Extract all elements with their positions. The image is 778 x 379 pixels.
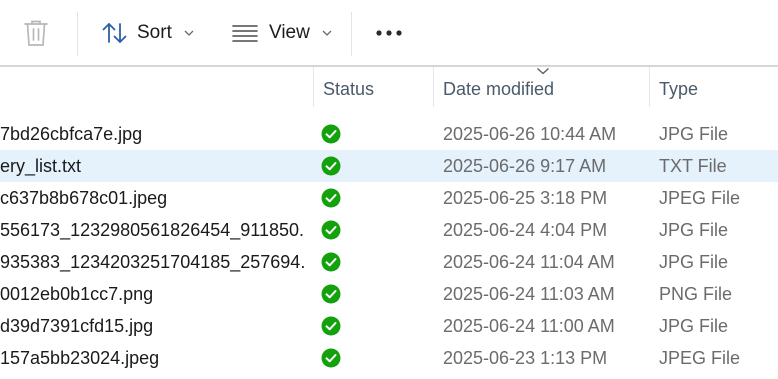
file-type: PNG File — [659, 283, 733, 304]
trash-icon — [24, 20, 48, 46]
sort-button[interactable]: Sort — [101, 20, 194, 46]
file-name: d39d7391cfd15.jpg — [0, 315, 154, 336]
status-cell — [321, 182, 343, 214]
status-cell — [321, 278, 343, 310]
file-row[interactable]: d39d7391cfd15.jpg 2025-06-24 11:00 AM JP… — [0, 310, 778, 342]
status-cell — [321, 214, 343, 246]
toolbar-separator — [77, 12, 78, 56]
file-name: 935383_1234203251704185_257694... — [0, 251, 305, 272]
file-date: 2025-06-24 11:04 AM — [443, 251, 615, 272]
toolbar-separator — [351, 12, 352, 56]
chevron-down-icon — [184, 30, 194, 36]
file-type: JPEG File — [659, 347, 741, 368]
file-row[interactable]: ery_list.txt 2025-06-26 9:17 AM TXT File — [0, 150, 778, 182]
file-row[interactable]: c637b8b678c01.jpeg 2025-06-25 3:18 PM JP… — [0, 182, 778, 214]
file-name: 7bd26cbfca7e.jpg — [0, 123, 143, 144]
file-date: 2025-06-23 1:13 PM — [443, 347, 608, 368]
file-date: 2025-06-25 3:18 PM — [443, 187, 608, 208]
more-options-button[interactable] — [375, 29, 403, 37]
sort-arrows-icon — [102, 23, 127, 43]
column-divider[interactable] — [433, 67, 434, 107]
check-circle-icon — [321, 252, 341, 272]
file-name: 157a5bb23024.jpeg — [0, 347, 160, 368]
file-type: JPEG File — [659, 187, 741, 208]
sort-label: Sort — [137, 22, 172, 43]
file-name: c637b8b678c01.jpeg — [0, 187, 168, 208]
file-row[interactable]: 157a5bb23024.jpeg 2025-06-23 1:13 PM JPE… — [0, 342, 778, 374]
status-cell — [321, 342, 343, 374]
file-date: 2025-06-26 10:44 AM — [443, 123, 617, 144]
file-name: ery_list.txt — [0, 155, 82, 176]
view-lines-icon — [232, 25, 258, 42]
command-bar: Sort View — [0, 0, 778, 67]
chevron-down-icon — [322, 30, 332, 36]
column-header-type[interactable]: Type — [659, 67, 698, 111]
file-row[interactable]: 0012eb0b1cc7.png 2025-06-24 11:03 AM PNG… — [0, 278, 778, 310]
file-date: 2025-06-24 4:04 PM — [443, 219, 608, 240]
check-circle-icon — [321, 316, 341, 336]
column-header-type-label: Type — [659, 78, 699, 99]
column-header-row: Status Date modified Type — [0, 67, 778, 111]
more-icon — [376, 30, 402, 36]
file-row[interactable]: 935383_1234203251704185_257694... 2025-0… — [0, 246, 778, 278]
file-date: 2025-06-24 11:03 AM — [443, 283, 615, 304]
file-type: TXT File — [659, 155, 727, 176]
file-name: 0012eb0b1cc7.png — [0, 283, 154, 304]
file-type: JPG File — [659, 315, 729, 336]
check-circle-icon — [321, 156, 341, 176]
column-header-date-label: Date modified — [443, 78, 555, 99]
file-type: JPG File — [659, 219, 729, 240]
file-date: 2025-06-24 11:00 AM — [443, 315, 615, 336]
file-list: 7bd26cbfca7e.jpg 2025-06-26 10:44 AM JPG… — [0, 118, 778, 374]
column-header-status[interactable]: Status — [323, 67, 374, 111]
view-label: View — [269, 22, 310, 43]
column-divider[interactable] — [313, 67, 314, 107]
delete-button[interactable] — [22, 18, 50, 48]
column-divider[interactable] — [649, 67, 650, 107]
status-cell — [321, 246, 343, 278]
check-circle-icon — [321, 188, 341, 208]
check-circle-icon — [321, 124, 341, 144]
status-cell — [321, 118, 343, 150]
check-circle-icon — [321, 348, 341, 368]
status-cell — [321, 310, 343, 342]
check-circle-icon — [321, 220, 341, 240]
file-name: 556173_1232980561826454_911850... — [0, 219, 305, 240]
file-date: 2025-06-26 9:17 AM — [443, 155, 607, 176]
column-header-date-modified[interactable]: Date modified — [443, 67, 554, 111]
check-circle-icon — [321, 284, 341, 304]
file-type: JPG File — [659, 251, 729, 272]
view-button[interactable]: View — [232, 20, 332, 46]
file-type: JPG File — [659, 123, 729, 144]
file-row[interactable]: 7bd26cbfca7e.jpg 2025-06-26 10:44 AM JPG… — [0, 118, 778, 150]
column-header-status-label: Status — [323, 78, 375, 99]
file-row[interactable]: 556173_1232980561826454_911850... 2025-0… — [0, 214, 778, 246]
status-cell — [321, 150, 343, 182]
